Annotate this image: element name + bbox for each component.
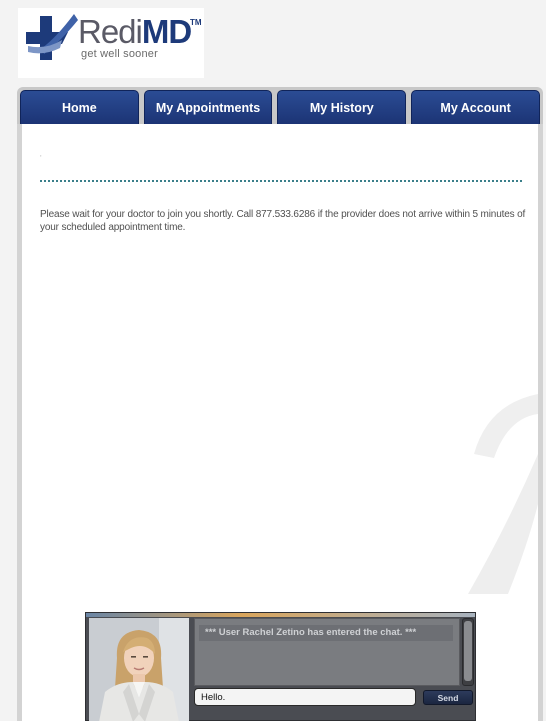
chat-scrollbar[interactable] [462, 618, 474, 686]
doctor-video-image [89, 618, 189, 721]
dotted-divider [40, 180, 522, 182]
redimd-cross-icon [26, 14, 78, 60]
brand-tagline: get well sooner [81, 48, 158, 60]
chat-log: *** User Rachel Zetino has entered the c… [194, 618, 460, 686]
tab-my-account[interactable]: My Account [411, 90, 540, 124]
brand-name: RediMD [78, 13, 192, 50]
logo: RediMD TM get well sooner [18, 8, 204, 78]
tab-my-history[interactable]: My History [277, 90, 407, 124]
video-feed [89, 618, 189, 721]
main-nav: Home My Appointments My History My Accou… [17, 87, 543, 124]
tab-my-appointments[interactable]: My Appointments [143, 90, 273, 124]
video-chat-widget: *** User Rachel Zetino has entered the c… [85, 612, 476, 721]
stray-mark: , [40, 152, 42, 158]
watermark-graphic [468, 394, 538, 594]
chat-message: *** User Rachel Zetino has entered the c… [199, 625, 453, 641]
trademark-mark: TM [190, 18, 202, 27]
chat-scrollbar-thumb[interactable] [464, 621, 472, 681]
chat-top-strip [86, 613, 475, 617]
send-button[interactable]: Send [423, 690, 473, 705]
wait-message: Please wait for your doctor to join you … [40, 209, 526, 233]
chat-message-input[interactable] [194, 688, 416, 706]
tab-home[interactable]: Home [20, 90, 139, 124]
